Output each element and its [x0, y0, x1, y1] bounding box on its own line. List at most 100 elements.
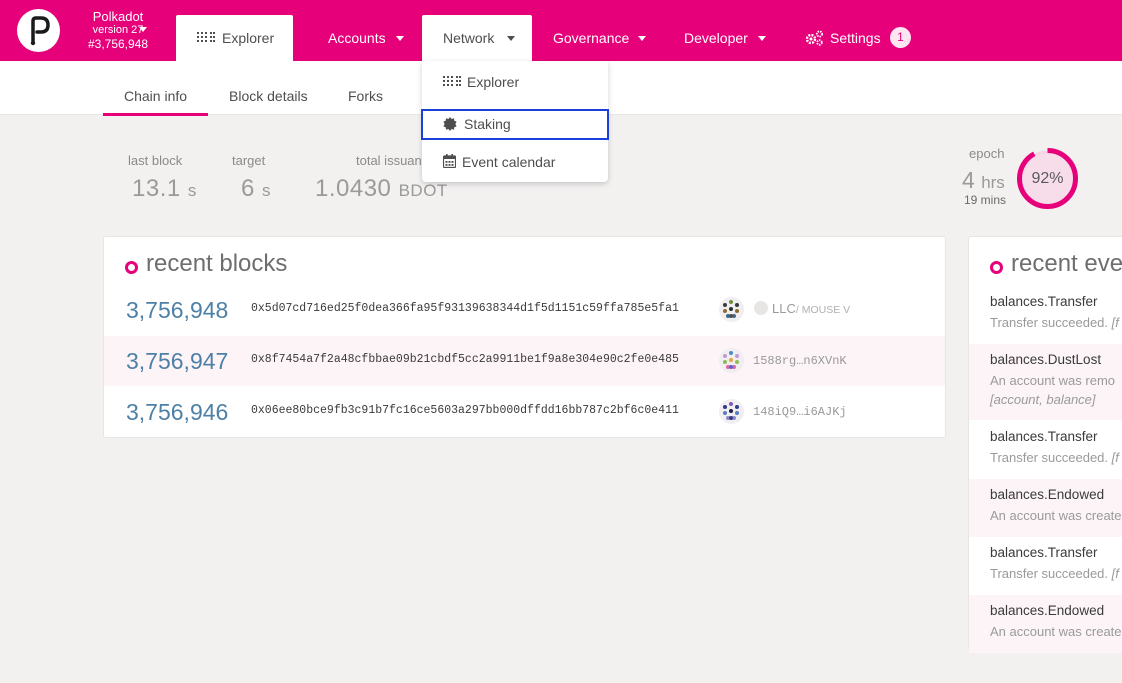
menu-item-explorer-label: Explorer — [467, 74, 520, 90]
chain-name: Polkadot — [92, 9, 144, 24]
nav-tab-settings[interactable]: Settings — [790, 15, 885, 61]
list-item[interactable]: balances.Endowed An account was create — [969, 595, 1122, 653]
block-author: 1588rg…n6XVnK — [753, 354, 847, 368]
grid-icon — [197, 32, 215, 44]
chevron-down-icon — [758, 36, 766, 41]
event-description: An account was create — [990, 624, 1122, 639]
chevron-down-icon — [507, 36, 515, 41]
block-hash: 0x5d07cd716ed25f0dea366fa95f93139638344d… — [251, 302, 679, 315]
event-desc-text: Transfer succeeded. — [990, 450, 1109, 465]
event-args: [account, balance] — [990, 392, 1096, 407]
recent-blocks-title: recent blocks — [146, 250, 288, 277]
settings-badge: 1 — [890, 27, 911, 48]
block-hash: 0x8f7454a7f2a48cfbbae09b21cbdf5cc2a9911b… — [251, 353, 679, 366]
block-number-link[interactable]: 3,756,946 — [126, 399, 228, 426]
identicon-icon[interactable] — [719, 348, 744, 373]
nav-tab-settings-label: Settings — [830, 30, 881, 46]
event-name: balances.Endowed — [990, 603, 1105, 618]
top-bar: Polkadot version 27 #3,756,948 Explorer … — [0, 0, 1122, 61]
polkadot-logo-icon[interactable] — [17, 9, 60, 52]
event-args: [f — [1111, 566, 1119, 581]
event-args: [f — [1111, 450, 1119, 465]
table-row[interactable]: 3,756,947 0x8f7454a7f2a48cfbbae09b21cbdf… — [104, 336, 945, 386]
nav-tab-network-label: Network — [443, 30, 495, 46]
last-block-value: 13.1 s — [132, 175, 197, 203]
event-desc-text: Transfer succeeded. — [990, 566, 1109, 581]
list-item[interactable]: balances.Transfer Transfer succeeded. [f — [969, 537, 1122, 595]
target-label: target — [232, 153, 266, 168]
event-name: balances.DustLost — [990, 352, 1102, 367]
event-description: Transfer succeeded. [f — [990, 448, 1119, 467]
chain-selector[interactable]: Polkadot version 27 #3,756,948 — [73, 10, 163, 52]
event-description: Transfer succeeded. [f — [990, 564, 1119, 583]
epoch-hours: 4 hrs — [962, 167, 1005, 194]
epoch-hours-number: 4 — [962, 167, 975, 193]
subtab-block-details[interactable]: Block details — [229, 88, 308, 104]
chevron-down-icon — [139, 27, 147, 32]
table-row[interactable]: 3,756,948 0x5d07cd716ed25f0dea366fa95f93… — [104, 285, 945, 335]
chain-best-block: #3,756,948 — [87, 37, 149, 51]
block-author-sub: / MOUSE V — [795, 304, 851, 316]
list-item[interactable]: balances.Transfer Transfer succeeded. [f — [969, 421, 1122, 479]
block-author: LLC/ MOUSE V — [772, 301, 850, 316]
list-item[interactable]: balances.Endowed An account was create — [969, 479, 1122, 537]
nav-tab-explorer-label: Explorer — [222, 30, 275, 46]
block-hash: 0x06ee80bce9fb3c91b7fc16ce5603a297bb000d… — [251, 404, 679, 417]
last-block-number: 13.1 — [132, 175, 181, 202]
link-icon — [754, 301, 768, 315]
list-item[interactable]: balances.Transfer Transfer succeeded. [f — [969, 286, 1122, 344]
menu-item-staking[interactable]: Staking — [421, 109, 609, 140]
recent-events-card: recent ever balances.Transfer Transfer s… — [968, 236, 1122, 653]
identicon-icon[interactable] — [719, 399, 744, 424]
total-issuance-number: 1.0430 — [315, 175, 392, 202]
target-unit: s — [262, 181, 272, 200]
event-name: balances.Transfer — [990, 545, 1098, 560]
epoch-hours-unit: hrs — [981, 173, 1005, 192]
recent-events-title: recent ever — [1011, 250, 1122, 277]
menu-item-event-calendar[interactable]: Event calendar — [422, 147, 608, 177]
event-name: balances.Transfer — [990, 429, 1098, 444]
block-number-link[interactable]: 3,756,947 — [126, 348, 228, 375]
subtab-chain-info[interactable]: Chain info — [124, 88, 187, 104]
event-name: balances.Transfer — [990, 294, 1098, 309]
menu-item-explorer[interactable]: Explorer — [422, 67, 608, 97]
target-dot-icon — [125, 261, 138, 274]
nav-tab-network[interactable]: Network — [422, 15, 532, 61]
nav-tab-explorer[interactable]: Explorer — [176, 15, 293, 61]
event-args: [f — [1111, 315, 1119, 330]
calendar-icon — [443, 154, 456, 168]
epoch-percent: 92% — [1031, 170, 1064, 187]
nav-tab-developer[interactable]: Developer — [670, 15, 780, 61]
total-issuance-label: total issuan — [356, 153, 422, 168]
menu-item-staking-label: Staking — [464, 116, 511, 132]
grid-icon — [443, 76, 461, 88]
table-row[interactable]: 3,756,946 0x06ee80bce9fb3c91b7fc16ce5603… — [104, 387, 945, 437]
target-value: 6 s — [241, 175, 271, 203]
event-description: An account was create — [990, 508, 1122, 523]
block-author-name: LLC — [772, 301, 796, 316]
target-number: 6 — [241, 175, 255, 202]
nav-tab-governance-label: Governance — [553, 30, 630, 46]
last-block-unit: s — [187, 181, 197, 200]
identicon-icon[interactable] — [719, 297, 744, 322]
event-description: An account was remo [account, balance] — [990, 371, 1115, 409]
last-block-label: last block — [128, 153, 183, 168]
list-item[interactable]: balances.DustLost An account was remo [ac… — [969, 344, 1122, 420]
subtab-forks[interactable]: Forks — [348, 88, 383, 104]
block-number-link[interactable]: 3,756,948 — [126, 297, 228, 324]
epoch-minutes: 19 mins — [964, 193, 1007, 207]
epoch-label: epoch — [969, 146, 1005, 161]
nav-tab-developer-label: Developer — [684, 30, 748, 46]
target-dot-icon — [990, 261, 1003, 274]
event-name: balances.Endowed — [990, 487, 1105, 502]
nav-tab-accounts-label: Accounts — [328, 30, 386, 46]
event-desc-text: Transfer succeeded. — [990, 315, 1109, 330]
certificate-icon — [443, 117, 457, 131]
menu-item-event-calendar-label: Event calendar — [462, 154, 556, 170]
nav-tab-accounts[interactable]: Accounts — [313, 15, 413, 61]
event-description: Transfer succeeded. [f — [990, 313, 1119, 332]
event-desc-text: An account was remo — [990, 373, 1116, 388]
nav-tab-governance[interactable]: Governance — [540, 15, 660, 61]
chevron-down-icon — [396, 36, 404, 41]
recent-blocks-card: recent blocks 3,756,948 0x5d07cd716ed25f… — [103, 236, 946, 438]
